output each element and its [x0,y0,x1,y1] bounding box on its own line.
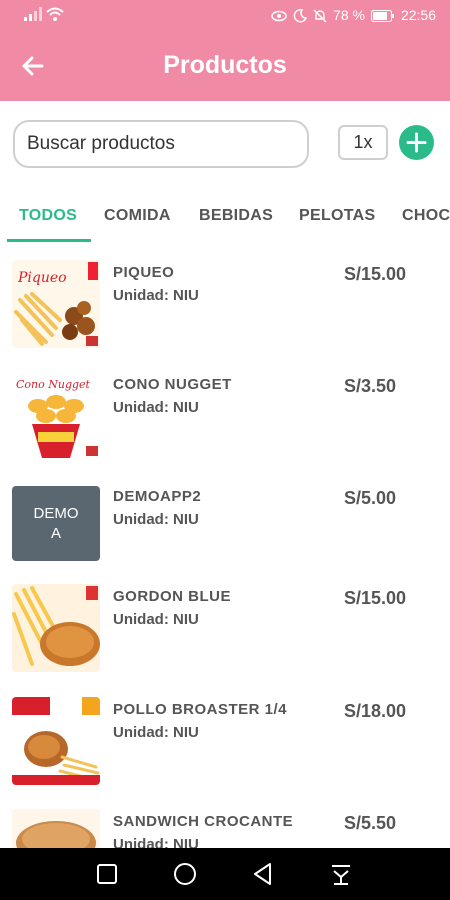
bell-off-icon [313,9,327,22]
tab-bebidas[interactable]: BEBIDAS [199,207,273,225]
tab-todos[interactable]: TODOS [19,207,77,225]
product-price: S/5.50 [344,813,397,833]
cono-image-text: Cono Nugget [16,378,91,391]
category-tabs: TODOS COMIDA BEBIDAS PELOTAS CHOC [0,195,450,242]
product-placeholder-image: DEMO A [12,486,100,561]
app-bar: Productos [0,31,450,101]
product-list: Piqueo PIQUEO Unidad: NIU S/15.00 Cono N… [0,250,450,848]
product-item[interactable]: Piqueo PIQUEO Unidad: NIU S/15.00 [0,250,450,360]
quantity-selector[interactable]: 1x [338,125,388,160]
sandwich-photo [12,809,100,848]
product-unit: Unidad: NIU [113,511,199,528]
product-item[interactable]: DEMO A DEMOAPP2 Unidad: NIU S/5.00 [0,474,450,584]
wifi-icon [46,7,64,21]
signal-icon [24,7,42,21]
product-name: GORDON BLUE [113,588,231,605]
product-unit: Unidad: NIU [113,399,199,416]
tab-comida[interactable]: COMIDA [104,207,171,225]
product-price: S/18.00 [344,701,407,721]
notifications-icon [332,865,350,885]
notifications-button[interactable] [328,861,354,887]
status-left [24,7,64,21]
active-tab-indicator [7,239,91,242]
status-right: 78 % 22:56 [271,7,436,24]
product-item[interactable]: Cono Nugget CONO NUGGET Unidad: NIU S/3.… [0,362,450,472]
recents-icon [97,864,117,884]
product-price: S/15.00 [344,264,407,284]
product-name: PIQUEO [113,264,175,281]
product-price: S/5.00 [344,488,397,508]
plus-icon [406,132,427,153]
product-price: S/15.00 [344,588,407,608]
pollo-broaster-photo [12,697,100,785]
gordon-blue-photo [12,584,100,672]
product-item[interactable]: SANDWICH CROCANTE Unidad: NIU S/5.50 [0,799,450,848]
product-unit: Unidad: NIU [113,611,199,628]
piqueo-photo: Piqueo [12,260,100,348]
product-price: S/3.50 [344,376,397,396]
clock: 22:56 [400,7,436,23]
product-unit: Unidad: NIU [113,836,199,848]
product-name: DEMOAPP2 [113,488,202,505]
battery-icon [370,9,394,22]
battery-percent: 78 % [333,7,365,23]
piqueo-image-text: Piqueo [17,270,67,286]
product-name: SANDWICH CROCANTE [113,813,294,830]
page-title: Productos [163,51,287,79]
product-unit: Unidad: NIU [113,287,199,304]
home-icon [174,863,196,885]
tab-pelotas[interactable]: PELOTAS [299,207,375,225]
status-bar: 78 % 22:56 [0,0,450,31]
search-input[interactable] [13,120,309,168]
product-item[interactable]: POLLO BROASTER 1/4 Unidad: NIU S/18.00 [0,687,450,797]
product-unit: Unidad: NIU [113,724,199,741]
cono-nugget-photo: Cono Nugget [12,372,100,460]
placeholder-text: DEMO A [33,504,79,542]
back-icon [254,863,271,885]
product-item[interactable]: GORDON BLUE Unidad: NIU S/15.00 [0,574,450,684]
tab-choc[interactable]: CHOC [402,207,450,225]
recents-button[interactable] [94,861,120,887]
back-nav-button[interactable] [250,861,276,887]
add-button[interactable] [399,125,434,160]
moon-icon [293,8,308,22]
home-button[interactable] [172,861,198,887]
product-name: CONO NUGGET [113,376,232,393]
system-nav-bar [0,848,450,900]
eye-icon [271,10,287,21]
product-name: POLLO BROASTER 1/4 [113,701,288,718]
